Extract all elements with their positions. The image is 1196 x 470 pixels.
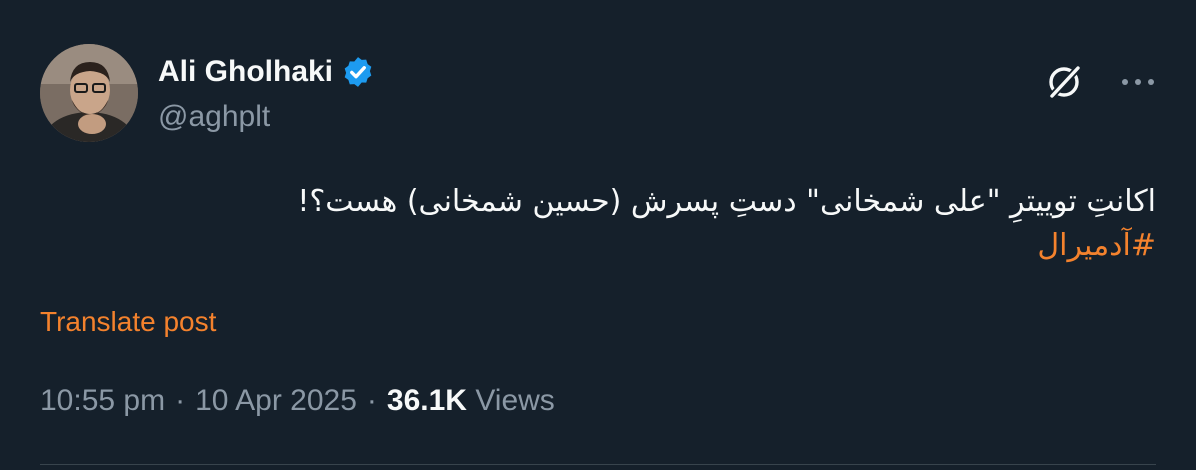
author-handle[interactable]: @aghplt: [158, 100, 270, 134]
tweet-card: Ali Gholhaki @aghplt اکانتِ توییترِ "علی…: [0, 0, 1196, 470]
translate-post-link[interactable]: Translate post: [40, 306, 216, 338]
tweet-meta: 10:55 pm · 10 Apr 2025 · 36.1K Views: [40, 384, 555, 418]
views-label: Views: [475, 384, 555, 417]
tweet-text-line: اکانتِ توییترِ "علی شمخانی" دستِ پسرش (ح…: [297, 184, 1156, 219]
more-icon: [1122, 79, 1154, 85]
divider: [40, 464, 1156, 465]
hashtag-link[interactable]: #آدمیرال: [256, 224, 1156, 268]
tweet-date[interactable]: 10 Apr 2025: [195, 384, 357, 418]
tweet-time[interactable]: 10:55 pm: [40, 384, 165, 418]
meta-separator: ·: [366, 384, 377, 417]
views[interactable]: 36.1K Views: [387, 384, 555, 418]
meta-separator: ·: [175, 384, 186, 417]
grok-button[interactable]: [1040, 58, 1088, 106]
author-name-row: Ali Gholhaki: [158, 52, 375, 92]
verified-badge-icon: [344, 57, 372, 87]
views-count: 36.1K: [386, 384, 467, 417]
author-display-name[interactable]: Ali Gholhaki: [158, 55, 333, 89]
more-options-button[interactable]: [1112, 58, 1164, 106]
grok-icon: [1047, 63, 1083, 101]
avatar[interactable]: [40, 44, 138, 142]
tweet-text: اکانتِ توییترِ "علی شمخانی" دستِ پسرش (ح…: [256, 180, 1156, 268]
